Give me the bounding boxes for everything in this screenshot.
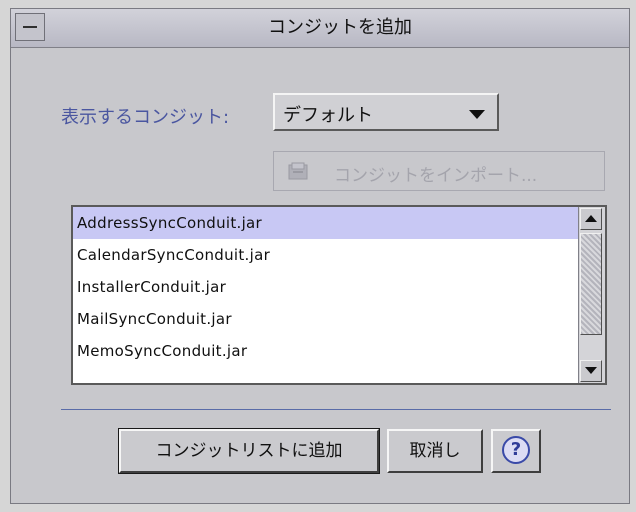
cancel-button[interactable]: 取消し — [387, 429, 483, 473]
conduit-filter-value: デフォルト — [283, 105, 373, 126]
scroll-down-icon[interactable] — [580, 360, 602, 382]
import-conduit-button[interactable]: コンジットをインポート... — [273, 151, 605, 191]
list-item[interactable]: MemoSyncConduit.jar — [73, 335, 579, 367]
vertical-scrollbar[interactable] — [578, 207, 605, 383]
conduit-list[interactable]: AddressSyncConduit.jar CalendarSyncCondui… — [71, 205, 607, 385]
window-title: コンジットを追加 — [268, 17, 412, 38]
list-item[interactable]: AddressSyncConduit.jar — [73, 207, 579, 239]
scroll-thumb[interactable] — [580, 233, 602, 335]
add-conduit-dialog: コンジットを追加 表示するコンジット: デフォルト コンジットをインポート...… — [10, 8, 630, 504]
help-icon: ? — [502, 436, 530, 464]
add-to-conduit-list-button[interactable]: コンジットリストに追加 — [118, 428, 380, 474]
conduit-filter-label: 表示するコンジット: — [61, 107, 230, 128]
scroll-up-icon[interactable] — [580, 208, 602, 230]
help-button[interactable]: ? — [491, 429, 541, 473]
divider — [61, 409, 611, 410]
list-item[interactable]: CalendarSyncConduit.jar — [73, 239, 579, 271]
window-menu-icon[interactable] — [15, 13, 45, 41]
title-bar[interactable]: コンジットを追加 — [11, 9, 629, 48]
conduit-filter-dropdown[interactable]: デフォルト — [273, 93, 499, 131]
import-conduit-label: コンジットをインポート... — [334, 166, 538, 186]
conduit-list-items: AddressSyncConduit.jar CalendarSyncCondui… — [73, 207, 579, 383]
list-item[interactable]: MailSyncConduit.jar — [73, 303, 579, 335]
import-icon — [288, 162, 308, 180]
list-item[interactable]: InstallerConduit.jar — [73, 271, 579, 303]
chevron-down-icon — [469, 110, 485, 119]
